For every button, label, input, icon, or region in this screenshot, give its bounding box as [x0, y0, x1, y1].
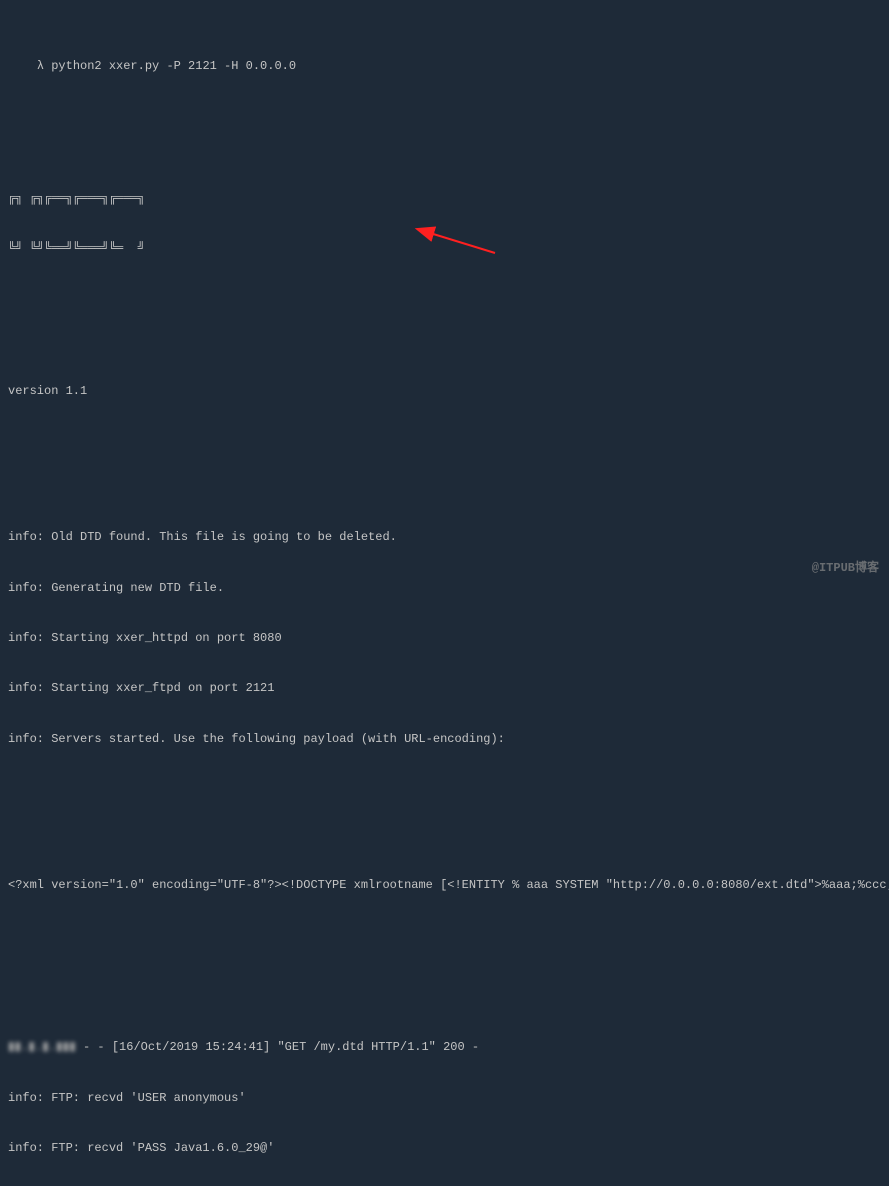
prompt-symbol: λ: [37, 59, 44, 73]
ftp-line-1: info: FTP: recvd 'PASS Java1.6.0_29@': [8, 1140, 881, 1157]
command-text: python2 xxer.py -P 2121 -H 0.0.0.0: [51, 59, 296, 73]
watermark-text: @ITPUB博客: [812, 560, 879, 577]
ascii-banner: ╔╗ ╔╗╔══╗╔═══╗╔═══╗ ╚╝ ╚╝╚══╝╚═══╝╚═ ╝: [8, 156, 881, 290]
version-text: version 1.1: [8, 383, 881, 400]
redacted-ip: ▮▮.▮.▮.▮▮▮: [8, 1040, 76, 1054]
info-line-2: info: Starting xxer_httpd on port 8080: [8, 630, 881, 647]
ftp-line-0: info: FTP: recvd 'USER anonymous': [8, 1090, 881, 1107]
info-messages-section: info: Old DTD found. This file is going …: [8, 496, 881, 782]
version-section: version 1.1: [8, 349, 881, 433]
xml-payload-text: <?xml version="1.0" encoding="UTF-8"?><!…: [8, 877, 881, 894]
info-line-0: info: Old DTD found. This file is going …: [8, 529, 881, 546]
info-line-4: info: Servers started. Use the following…: [8, 731, 881, 748]
command-prompt-line: λ python2 xxer.py -P 2121 -H 0.0.0.0: [8, 42, 881, 92]
http-log-line: ▮▮.▮.▮.▮▮▮ - - [16/Oct/2019 15:24:41] "G…: [8, 1039, 881, 1056]
terminal-output: λ python2 xxer.py -P 2121 -H 0.0.0.0 ╔╗ …: [8, 8, 881, 1186]
xml-payload-section: <?xml version="1.0" encoding="UTF-8"?><!…: [8, 843, 881, 927]
ftp-log-section: ▮▮.▮.▮.▮▮▮ - - [16/Oct/2019 15:24:41] "G…: [8, 1006, 881, 1186]
http-log-rest: - - [16/Oct/2019 15:24:41] "GET /my.dtd …: [76, 1040, 479, 1054]
banner-line-0: ╔╗ ╔╗╔══╗╔═══╗╔═══╗: [8, 190, 881, 207]
info-line-3: info: Starting xxer_ftpd on port 2121: [8, 680, 881, 697]
info-line-1: info: Generating new DTD file.: [8, 580, 881, 597]
banner-line-1: ╚╝ ╚╝╚══╝╚═══╝╚═ ╝: [8, 240, 881, 257]
